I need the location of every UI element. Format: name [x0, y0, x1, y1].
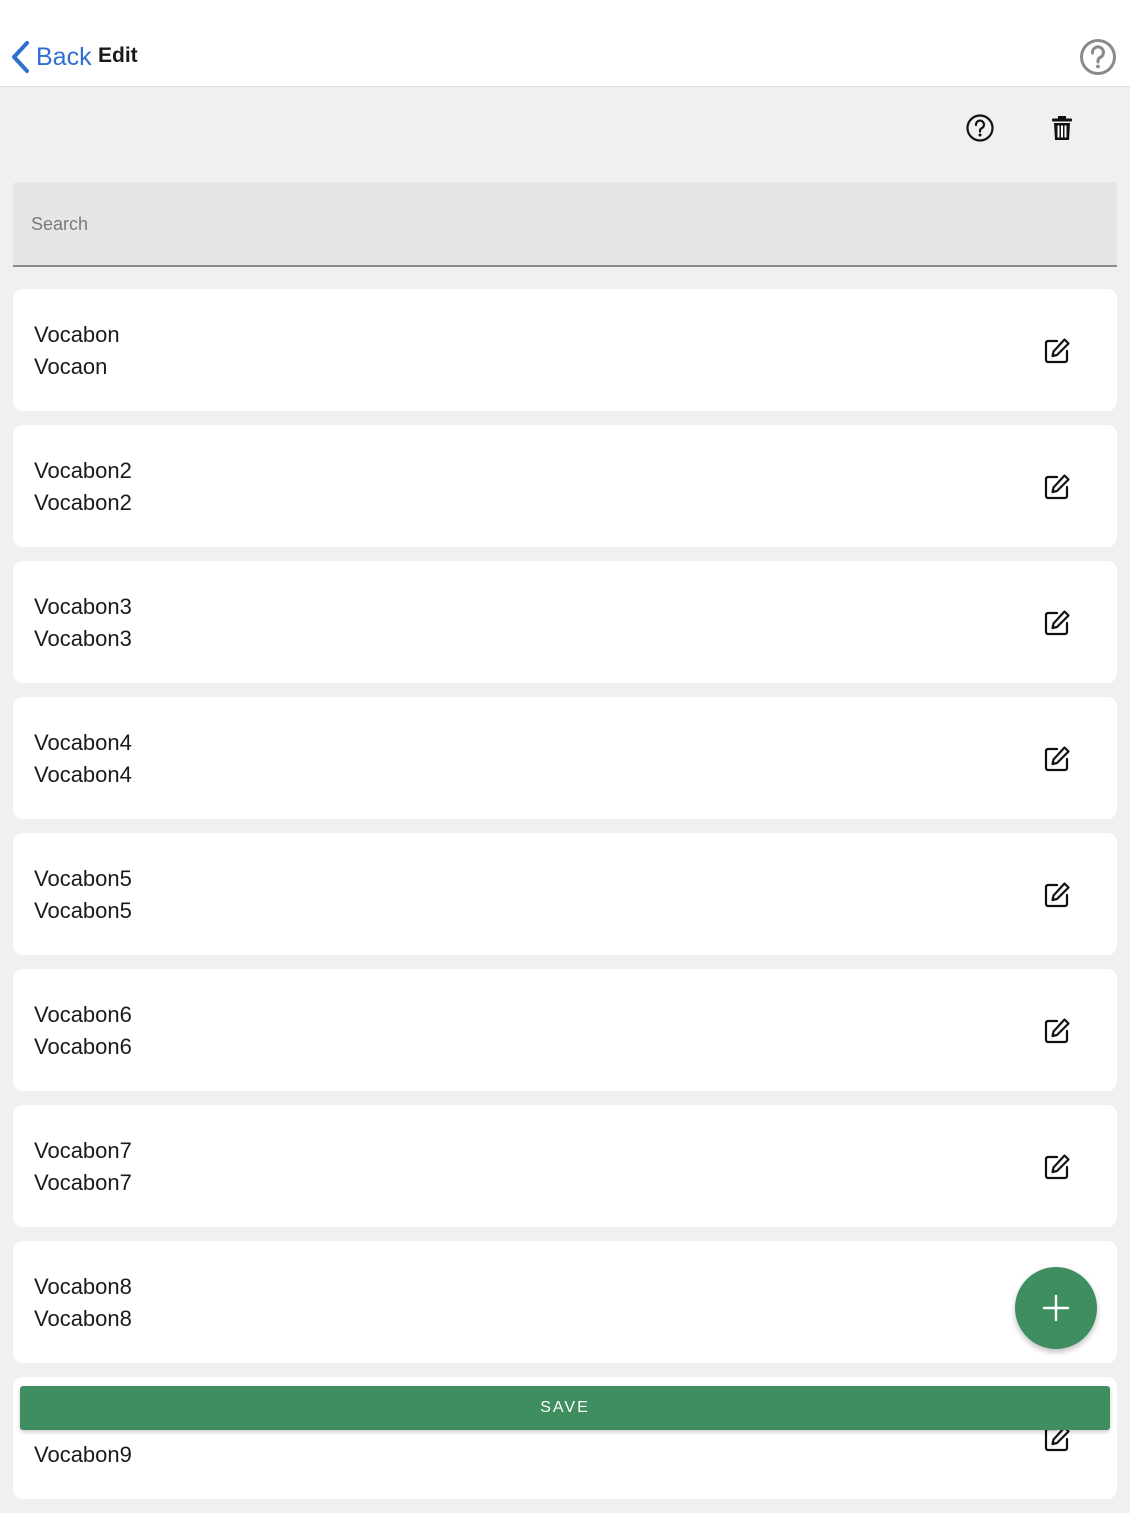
- edit-icon: [1044, 610, 1070, 636]
- edit-icon: [1044, 338, 1070, 364]
- help-circle-icon: [1080, 39, 1116, 75]
- back-label: Back: [36, 42, 92, 71]
- edit-button[interactable]: [1042, 880, 1072, 910]
- edit-icon: [1044, 882, 1070, 908]
- item-translation: Vocabon4: [34, 762, 132, 787]
- toolbar-help-button[interactable]: [965, 113, 995, 143]
- item-word: Vocabon3: [34, 594, 132, 619]
- item-word: Vocabon4: [34, 730, 132, 755]
- delete-button[interactable]: [1047, 113, 1077, 143]
- edit-button[interactable]: [1042, 336, 1072, 366]
- toolbar: [0, 88, 1130, 178]
- list-item: Vocabon Vocaon: [13, 289, 1117, 411]
- item-translation: Vocabon6: [34, 1034, 132, 1059]
- trash-icon: [1052, 116, 1072, 140]
- edit-button[interactable]: [1042, 608, 1072, 638]
- item-word: Vocabon: [34, 322, 120, 347]
- save-button[interactable]: SAVE: [20, 1386, 1110, 1430]
- search-input[interactable]: [29, 182, 1103, 267]
- chevron-left-icon: [12, 41, 29, 73]
- item-translation: Vocabon9: [34, 1442, 132, 1467]
- edit-button[interactable]: [1042, 744, 1072, 774]
- help-button[interactable]: [1079, 38, 1117, 76]
- item-translation: Vocabon3: [34, 626, 132, 651]
- item-translation: Vocabon2: [34, 490, 132, 515]
- search-bar: [13, 182, 1117, 267]
- item-translation: Vocaon: [34, 354, 108, 379]
- list-item: Vocabon5 Vocabon5: [13, 833, 1117, 955]
- item-word: Vocabon5: [34, 866, 132, 891]
- edit-button[interactable]: [1042, 1016, 1072, 1046]
- edit-icon: [1044, 1154, 1070, 1180]
- edit-button[interactable]: [1042, 1152, 1072, 1182]
- edit-icon: [1044, 1018, 1070, 1044]
- list-item: Vocabon7 Vocabon7: [13, 1105, 1117, 1227]
- list-item: Vocabon6 Vocabon6: [13, 969, 1117, 1091]
- item-word: Vocabon8: [34, 1274, 132, 1299]
- item-word: Vocabon2: [34, 458, 132, 483]
- edit-icon: [1044, 474, 1070, 500]
- plus-icon: [1042, 1294, 1070, 1322]
- list-item: Vocabon2 Vocabon2: [13, 425, 1117, 547]
- item-translation: Vocabon5: [34, 898, 132, 923]
- list-item: Vocabon8 Vocabon8: [13, 1241, 1117, 1363]
- edit-button[interactable]: [1042, 472, 1072, 502]
- vocabulary-list: Vocabon Vocaon Vocabon2 Vocabon2 Vocabon…: [13, 289, 1117, 1513]
- item-word: Vocabon6: [34, 1002, 132, 1027]
- add-item-button[interactable]: [1015, 1267, 1097, 1349]
- list-item: Vocabon3 Vocabon3: [13, 561, 1117, 683]
- help-circle-icon: [966, 114, 994, 142]
- top-navigation-bar: Back Edit: [0, 0, 1130, 87]
- item-translation: Vocabon7: [34, 1170, 132, 1195]
- item-word: Vocabon7: [34, 1138, 132, 1163]
- list-item: Vocabon4 Vocabon4: [13, 697, 1117, 819]
- edit-icon: [1044, 746, 1070, 772]
- item-translation: Vocabon8: [34, 1306, 132, 1331]
- back-button[interactable]: Back: [8, 38, 92, 76]
- page-title: Edit: [98, 44, 138, 67]
